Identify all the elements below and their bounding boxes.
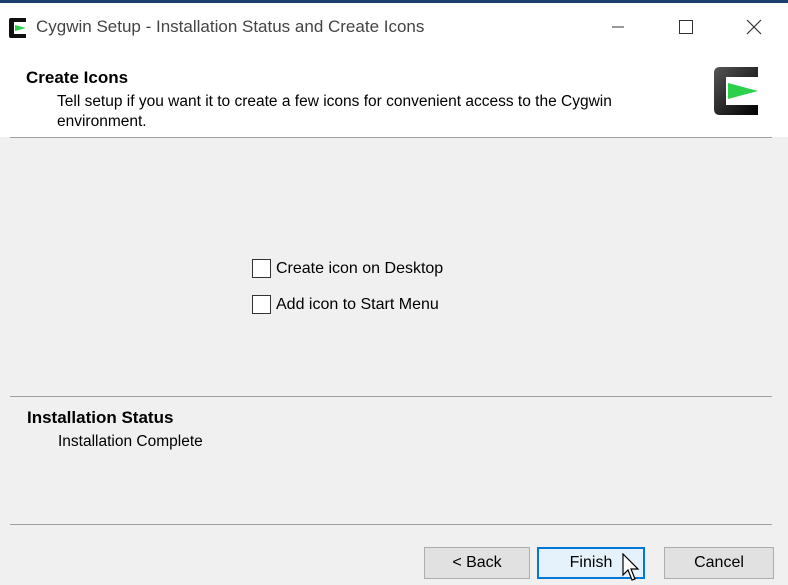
maximize-icon — [679, 20, 693, 34]
setup-window: Cygwin Setup - Installation Status and C… — [0, 0, 788, 585]
header-divider — [10, 137, 772, 138]
mouse-cursor-icon — [622, 553, 640, 581]
status-title: Installation Status — [27, 408, 174, 427]
page-title: Create Icons — [26, 68, 129, 87]
checkbox-box[interactable] — [252, 295, 271, 314]
cygwin-logo-icon — [9, 18, 26, 38]
checkbox-label: Add icon to Start Menu — [276, 295, 439, 313]
cygwin-logo-icon — [714, 67, 758, 115]
title-bar[interactable]: Cygwin Setup - Installation Status and C… — [0, 3, 788, 51]
footer-divider — [10, 524, 772, 525]
window-title: Cygwin Setup - Installation Status and C… — [36, 17, 425, 36]
add-start-menu-icon-checkbox[interactable]: Add icon to Start Menu — [252, 295, 439, 314]
checkbox-box[interactable] — [252, 259, 271, 278]
status-divider — [10, 396, 772, 397]
minimize-button[interactable] — [584, 3, 652, 51]
checkbox-label: Create icon on Desktop — [276, 259, 444, 277]
page-description: Tell setup if you want it to create a fe… — [57, 93, 612, 130]
cancel-button[interactable]: Cancel — [664, 547, 774, 579]
create-desktop-icon-checkbox[interactable]: Create icon on Desktop — [252, 259, 443, 278]
header-panel: Create Icons Tell setup if you want it t… — [0, 51, 788, 137]
close-icon — [746, 19, 762, 35]
close-button[interactable] — [720, 3, 788, 51]
status-value: Installation Complete — [58, 433, 203, 450]
back-button[interactable]: < Back — [424, 547, 530, 579]
minimize-icon — [612, 26, 624, 28]
maximize-button[interactable] — [652, 3, 720, 51]
